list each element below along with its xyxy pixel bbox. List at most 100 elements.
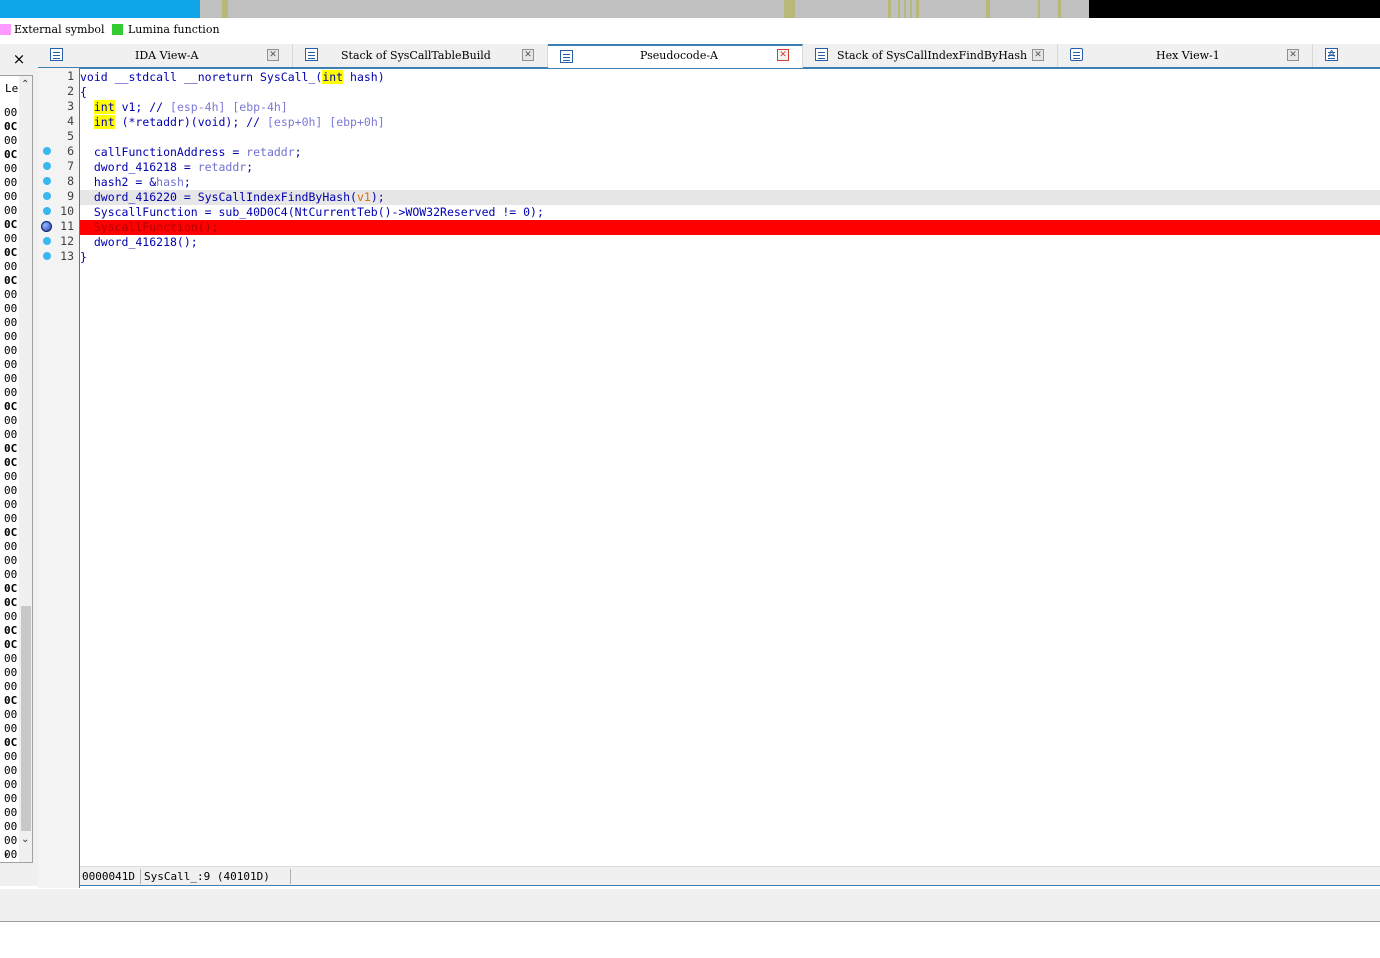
code-line[interactable]: int v1; // [esp-4h] [ebp-4h] bbox=[80, 100, 1380, 115]
breakpoint-slot-icon[interactable] bbox=[43, 147, 51, 155]
hex-list-item[interactable]: 00 bbox=[4, 820, 20, 834]
close-tab-icon[interactable]: ✕ bbox=[1032, 49, 1044, 61]
output-bar bbox=[0, 889, 1380, 922]
breakpoint-slot-icon[interactable] bbox=[43, 237, 51, 245]
code-line[interactable]: void __stdcall __noreturn SysCall_(int h… bbox=[80, 70, 1380, 85]
nav-segment-data bbox=[898, 0, 900, 18]
hex-list-item[interactable]: 00 bbox=[4, 750, 20, 764]
hex-list-item[interactable]: 0C bbox=[4, 596, 20, 610]
hex-list-item[interactable]: 00 bbox=[4, 372, 20, 386]
hex-list-item[interactable]: 00 bbox=[4, 764, 20, 778]
scroll-down-icon[interactable]: ⌄ bbox=[21, 834, 29, 845]
hex-list-item[interactable]: 00 bbox=[4, 498, 20, 512]
hex-list-item[interactable]: 00 bbox=[4, 610, 20, 624]
code-line[interactable]: callFunctionAddress = retaddr; bbox=[80, 145, 1380, 160]
hex-list-item[interactable]: 00 bbox=[4, 806, 20, 820]
hex-list-item[interactable]: 00 bbox=[4, 512, 20, 526]
tab-stack-syscalltablebuild[interactable]: Stack of SysCallTableBuild ✕ bbox=[293, 44, 548, 67]
legend-swatch-external bbox=[0, 24, 11, 35]
tab-ida-view-a[interactable]: IDA View-A ✕ bbox=[38, 44, 293, 67]
hex-list-item[interactable]: 0C bbox=[4, 274, 20, 288]
structures-icon: A bbox=[1325, 48, 1338, 61]
line-number: 2 bbox=[67, 84, 74, 98]
hex-list-item[interactable]: 00 bbox=[4, 568, 20, 582]
line-number: 5 bbox=[67, 129, 74, 143]
stack-icon bbox=[815, 48, 828, 61]
code-line[interactable]: } bbox=[80, 250, 1380, 265]
nav-segment-data bbox=[222, 0, 228, 18]
hex-list-item[interactable]: 00 bbox=[4, 470, 20, 484]
hex-list-item[interactable]: 00 bbox=[4, 386, 20, 400]
code-line[interactable]: dword_416220 = SysCallIndexFindByHash(v1… bbox=[80, 190, 1380, 205]
breakpoint-slot-icon[interactable] bbox=[43, 177, 51, 185]
hex-list-item[interactable]: 00 bbox=[4, 288, 20, 302]
nav-segment-data bbox=[904, 0, 906, 18]
hex-list-item[interactable]: 00 bbox=[4, 358, 20, 372]
hex-list-item[interactable]: 00 bbox=[4, 330, 20, 344]
close-tab-icon[interactable]: ✕ bbox=[267, 49, 279, 61]
scroll-thumb[interactable] bbox=[21, 606, 31, 831]
breakpoint-slot-icon[interactable] bbox=[43, 162, 51, 170]
breakpoint-slot-icon[interactable] bbox=[43, 252, 51, 260]
hex-list-item[interactable]: 00 bbox=[4, 302, 20, 316]
hex-list-item[interactable]: 0C bbox=[4, 526, 20, 540]
scroll-right-icon[interactable]: › bbox=[4, 848, 8, 861]
code-line[interactable]: { bbox=[80, 85, 1380, 100]
tab-label: Pseudocode-A bbox=[640, 49, 719, 62]
legend-swatch-lumina bbox=[112, 24, 123, 35]
status-offset: 0000041D bbox=[82, 870, 135, 883]
code-line[interactable]: int (*retaddr)(void); // [esp+0h] [ebp+0… bbox=[80, 115, 1380, 130]
code-line[interactable] bbox=[80, 130, 1380, 145]
code-line[interactable]: hash2 = &hash; bbox=[80, 175, 1380, 190]
hex-list-item[interactable]: 00 bbox=[4, 484, 20, 498]
hex-list-item[interactable]: 0C bbox=[4, 400, 20, 414]
tab-pseudocode-a[interactable]: Pseudocode-A ✕ bbox=[548, 44, 803, 68]
hex-list-item[interactable]: 00 bbox=[4, 540, 20, 554]
hex-list-item[interactable]: 00 bbox=[4, 652, 20, 666]
stack-icon bbox=[305, 48, 318, 61]
hex-list-item[interactable]: 00 bbox=[4, 414, 20, 428]
line-number: 3 bbox=[67, 99, 74, 113]
code-line[interactable]: SyscallFunction(); bbox=[80, 220, 1380, 235]
gutter-markers: 1 2 3 4 5 6 7 8 9 10 11 12 13 bbox=[0, 68, 80, 268]
nav-segment-data bbox=[916, 0, 919, 18]
navigation-band[interactable] bbox=[0, 0, 1380, 18]
code-line[interactable]: dword_416218 = retaddr; bbox=[80, 160, 1380, 175]
hex-list-item[interactable]: 0C bbox=[4, 694, 20, 708]
close-tab-icon[interactable]: ✕ bbox=[777, 49, 789, 61]
hex-list-item[interactable]: 00 bbox=[4, 708, 20, 722]
hex-list-item[interactable]: 00 bbox=[4, 666, 20, 680]
hex-list-item[interactable]: 00 bbox=[4, 722, 20, 736]
hex-list-item[interactable]: 00 bbox=[4, 680, 20, 694]
hex-list-item[interactable]: 0C bbox=[4, 862, 20, 863]
pseudocode-view[interactable]: void __stdcall __noreturn SysCall_(int h… bbox=[80, 68, 1380, 866]
tab-stack-syscallindexfindbyhash[interactable]: Stack of SysCallIndexFindByHash ✕ bbox=[803, 44, 1058, 67]
hex-list-item[interactable]: 0C bbox=[4, 736, 20, 750]
hex-list-item[interactable]: 00 bbox=[4, 554, 20, 568]
hex-list-item[interactable]: 00 bbox=[4, 792, 20, 806]
hex-list-item[interactable]: 0C bbox=[4, 442, 20, 456]
breakpoint-icon[interactable] bbox=[41, 221, 52, 232]
tab-label: IDA View-A bbox=[135, 49, 199, 62]
hex-list-item[interactable]: 00 bbox=[4, 316, 20, 330]
hex-list-item[interactable]: 00 bbox=[4, 344, 20, 358]
line-number: 4 bbox=[67, 114, 74, 128]
tab-hex-view-1[interactable]: Hex View-1 ✕ bbox=[1058, 44, 1313, 67]
hex-list-item[interactable]: 00 bbox=[4, 834, 20, 848]
tab-structures[interactable]: A bbox=[1313, 44, 1380, 67]
code-line[interactable]: SyscallFunction = sub_40D0C4(NtCurrentTe… bbox=[80, 205, 1380, 220]
hex-list-item[interactable]: 0C bbox=[4, 456, 20, 470]
close-tab-icon[interactable]: ✕ bbox=[1287, 49, 1299, 61]
close-tab-icon[interactable]: ✕ bbox=[522, 49, 534, 61]
hex-list-item[interactable]: 00 bbox=[4, 428, 20, 442]
breakpoint-slot-icon[interactable] bbox=[43, 192, 51, 200]
hex-list-item[interactable]: 0C bbox=[4, 582, 20, 596]
status-divider bbox=[140, 869, 141, 884]
ida-view-icon bbox=[50, 48, 63, 61]
status-location: SysCall_:9 (40101D) bbox=[144, 870, 270, 883]
hex-list-item[interactable]: 00 bbox=[4, 778, 20, 792]
hex-list-item[interactable]: 0C bbox=[4, 624, 20, 638]
breakpoint-slot-icon[interactable] bbox=[43, 207, 51, 215]
code-line[interactable]: dword_416218(); bbox=[80, 235, 1380, 250]
hex-list-item[interactable]: 0C bbox=[4, 638, 20, 652]
